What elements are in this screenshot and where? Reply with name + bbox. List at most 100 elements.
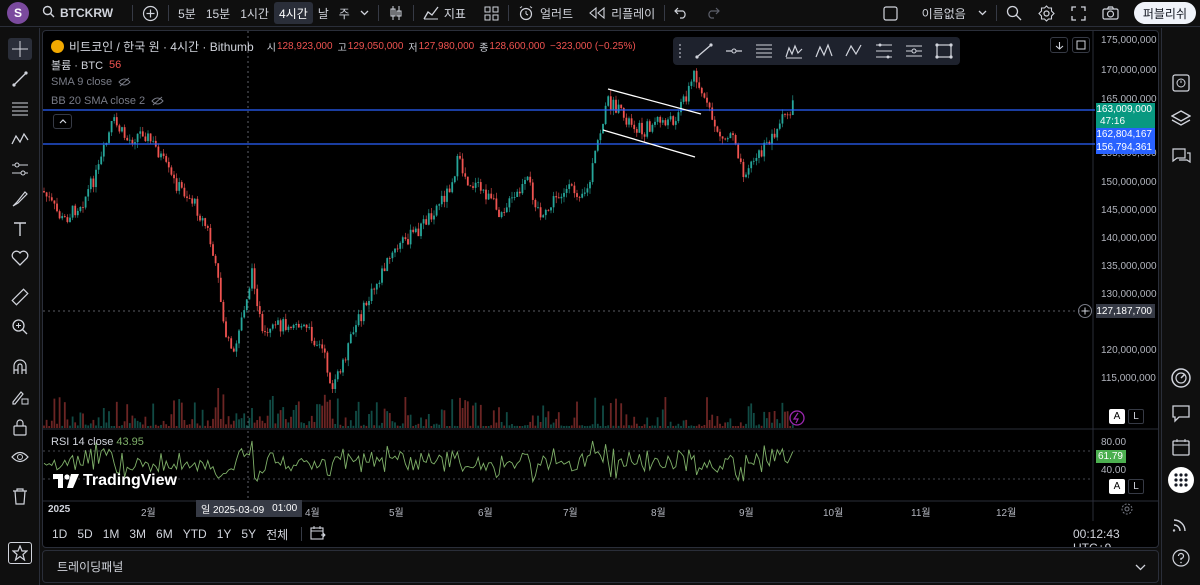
- trading-panel-tab[interactable]: 트레이딩패널: [57, 558, 123, 575]
- rsi-legend[interactable]: RSI 14 close 43.95: [51, 436, 144, 448]
- interval-4h[interactable]: 4시간: [273, 2, 313, 24]
- redo-button[interactable]: [701, 2, 725, 24]
- chart-settings-button[interactable]: [1121, 503, 1133, 518]
- watchlist-button[interactable]: [1168, 70, 1194, 96]
- period-1m[interactable]: 1M: [98, 527, 125, 541]
- ideas-button[interactable]: [1168, 400, 1194, 426]
- icon-tool[interactable]: [8, 247, 32, 269]
- scroll-down-button[interactable]: [1050, 37, 1068, 53]
- fib-extension-button[interactable]: [901, 40, 927, 62]
- time-tick: 2월: [141, 508, 156, 519]
- interval-15m[interactable]: 15분: [201, 2, 235, 24]
- period-ytd[interactable]: YTD: [178, 527, 212, 541]
- snapshot-button[interactable]: [1097, 2, 1124, 24]
- templates-button[interactable]: [479, 2, 504, 24]
- magnet-tool[interactable]: [8, 356, 32, 378]
- chats-button[interactable]: [1168, 143, 1194, 169]
- interval-day[interactable]: 날: [313, 2, 334, 24]
- volume-bar: [776, 419, 779, 428]
- interval-5m[interactable]: 5분: [173, 2, 201, 24]
- eye-off-icon[interactable]: [118, 77, 131, 87]
- period-1d[interactable]: 1D: [47, 527, 72, 541]
- goto-date-button[interactable]: [310, 525, 326, 543]
- log-scale-button[interactable]: L: [1128, 409, 1144, 424]
- period-6m[interactable]: 6M: [151, 527, 178, 541]
- clock-timezone[interactable]: 00:12:43 UTC+9: [1073, 527, 1158, 547]
- fib-button[interactable]: [871, 40, 897, 62]
- chart-pane[interactable]: 비트코인 / 한국 원 · 4시간 · Bithumb 시 128,923,00…: [42, 30, 1159, 548]
- publish-button[interactable]: 퍼블리쉬: [1133, 2, 1196, 24]
- trendline-tool[interactable]: [8, 68, 32, 90]
- stay-drawing-tool[interactable]: [8, 386, 32, 408]
- eye-icon: [11, 451, 29, 463]
- interval-dropdown[interactable]: [355, 2, 374, 24]
- undo-button[interactable]: [669, 2, 693, 24]
- streams-button[interactable]: [1168, 511, 1194, 537]
- time-axis[interactable]: 2025 2월 일 2025-03-09 01:00 4월 5월 6월 7월 8…: [43, 499, 1158, 519]
- period-all[interactable]: 전체: [261, 526, 293, 543]
- user-avatar[interactable]: S: [7, 2, 29, 24]
- indicators-button[interactable]: 지표: [418, 2, 471, 24]
- drag-handle[interactable]: [679, 44, 683, 58]
- xabcd-button[interactable]: [811, 40, 837, 62]
- quick-search-button[interactable]: [1001, 2, 1027, 24]
- horizontal-ray-button[interactable]: [721, 40, 747, 62]
- calendar-button[interactable]: [1168, 434, 1194, 460]
- layout-name-dropdown[interactable]: 이름없음: [917, 2, 992, 24]
- bb-legend[interactable]: BB 20 SMA close 2: [51, 95, 164, 107]
- period-1y[interactable]: 1Y: [212, 527, 237, 541]
- collapse-legend-button[interactable]: [53, 114, 72, 129]
- text-tool[interactable]: [8, 218, 32, 240]
- symbol-search-button[interactable]: BTCKRW: [37, 2, 118, 24]
- screener-button[interactable]: [1168, 365, 1194, 391]
- channel-button[interactable]: [751, 40, 777, 62]
- crosshair-tool[interactable]: [8, 38, 32, 60]
- measure-tool[interactable]: [8, 286, 32, 308]
- add-alert-button[interactable]: [1078, 304, 1092, 318]
- expand-panel-button[interactable]: [1135, 560, 1146, 574]
- eye-off-icon[interactable]: [151, 96, 164, 106]
- rsi-log-scale-button[interactable]: L: [1128, 479, 1144, 494]
- pattern-tool[interactable]: [8, 128, 32, 150]
- help-button[interactable]: [1168, 545, 1194, 571]
- fib-tool[interactable]: [8, 98, 32, 120]
- zoom-tool[interactable]: [8, 316, 32, 338]
- fullscreen-button[interactable]: [1066, 2, 1091, 24]
- period-5d[interactable]: 5D: [72, 527, 97, 541]
- period-5y[interactable]: 5Y: [236, 527, 261, 541]
- interval-1h[interactable]: 1시간: [235, 2, 274, 24]
- maximize-pane-button[interactable]: [1072, 37, 1090, 53]
- replay-button[interactable]: 리플레이: [584, 2, 660, 24]
- pattern-button[interactable]: [781, 40, 807, 62]
- compare-symbol-button[interactable]: [137, 2, 164, 24]
- lock-tool[interactable]: [8, 416, 32, 438]
- auto-scale-button[interactable]: A: [1109, 409, 1125, 424]
- series-title[interactable]: 비트코인 / 한국 원 · 4시간 · Bithumb: [69, 38, 254, 55]
- top-toolbar: S BTCKRW 5분 15분 1시간 4시간 날 주 지표 얼러트 리플레이: [0, 0, 1200, 27]
- interval-week[interactable]: 주: [334, 2, 355, 24]
- price-chart[interactable]: [43, 31, 1159, 548]
- rectangle-button[interactable]: [931, 40, 957, 62]
- abcd-button[interactable]: [841, 40, 867, 62]
- remove-tool[interactable]: [8, 485, 32, 507]
- forecast-tool[interactable]: [8, 158, 32, 180]
- tradingview-watermark[interactable]: TradingView: [53, 472, 177, 490]
- alert-button[interactable]: 얼러트: [513, 2, 578, 24]
- layout-checkbox[interactable]: [878, 2, 903, 24]
- settings-button[interactable]: [1033, 2, 1060, 24]
- apps-button[interactable]: [1168, 467, 1194, 493]
- brush-tool[interactable]: [8, 188, 32, 210]
- candle-body: [472, 186, 474, 188]
- rsi-auto-scale-button[interactable]: A: [1109, 479, 1125, 494]
- volume-bar: [641, 425, 643, 428]
- volume-bar: [290, 416, 292, 428]
- layers-button[interactable]: [1168, 106, 1194, 132]
- candle-body: [347, 343, 350, 361]
- line-tool-button[interactable]: [691, 40, 717, 62]
- chart-type-button[interactable]: [383, 2, 409, 24]
- sma-legend[interactable]: SMA 9 close: [51, 76, 131, 88]
- volume-legend[interactable]: 볼륨 · BTC 56: [51, 57, 121, 73]
- favorites-button[interactable]: [8, 542, 32, 564]
- period-3m[interactable]: 3M: [124, 527, 151, 541]
- hide-tool[interactable]: [8, 446, 32, 468]
